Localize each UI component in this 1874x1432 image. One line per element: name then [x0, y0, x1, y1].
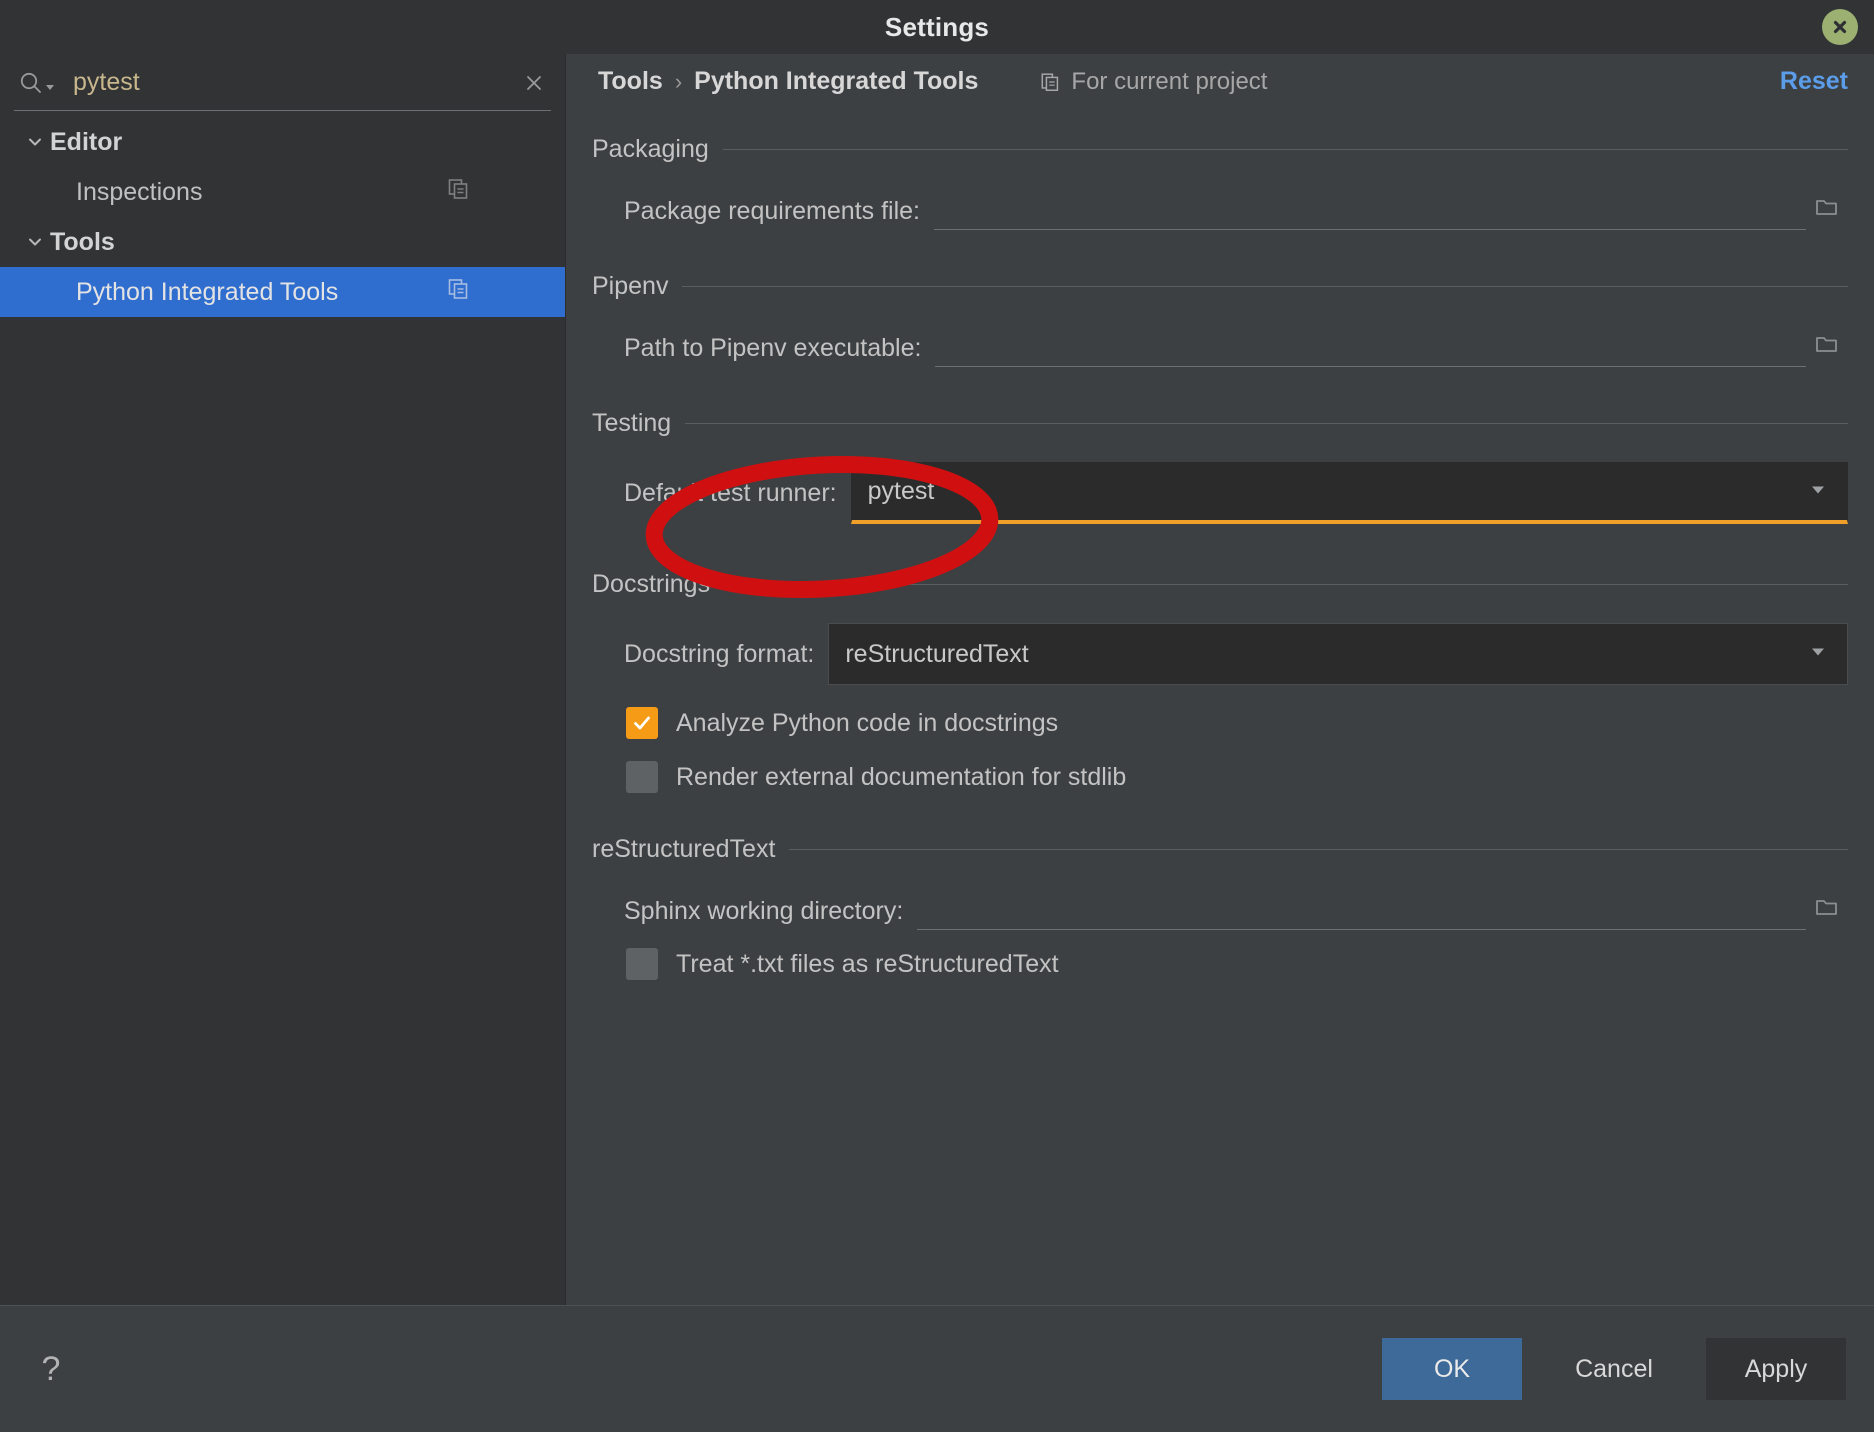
- search-underline: [14, 110, 551, 111]
- apply-button[interactable]: Apply: [1706, 1338, 1846, 1400]
- docstring-format-combo[interactable]: reStructuredText: [828, 623, 1848, 685]
- sidebar-item-editor[interactable]: Editor: [0, 117, 565, 167]
- section-title: reStructuredText: [592, 835, 776, 863]
- help-icon[interactable]: ?: [28, 1346, 74, 1392]
- chevron-down-icon[interactable]: [1807, 641, 1829, 668]
- section-divider: [685, 423, 1848, 424]
- chevron-down-icon[interactable]: [20, 232, 50, 252]
- treat-txt-as-rst-label: Treat *.txt files as reStructuredText: [676, 949, 1059, 978]
- render-external-doc-checkbox[interactable]: [626, 761, 658, 793]
- settings-main-panel: Tools › Python Integrated Tools For curr…: [566, 54, 1874, 1305]
- section-title: Pipenv: [592, 272, 669, 300]
- section-packaging: Packaging: [592, 135, 1848, 164]
- search-row: [0, 54, 565, 111]
- package-requirements-label: Package requirements file:: [624, 197, 920, 225]
- sphinx-directory-label: Sphinx working directory:: [624, 897, 904, 925]
- breadcrumb-item-tools[interactable]: Tools: [598, 67, 663, 96]
- pipenv-executable-input[interactable]: [935, 327, 1806, 367]
- default-test-runner-row: Default test runner: pytest: [592, 462, 1848, 524]
- folder-icon[interactable]: [1806, 894, 1848, 926]
- pipenv-executable-field: [935, 327, 1848, 367]
- analyze-python-code-label: Analyze Python code in docstrings: [676, 708, 1059, 737]
- clear-icon[interactable]: [517, 66, 551, 100]
- treat-txt-as-rst-checkbox[interactable]: [626, 948, 658, 980]
- sphinx-directory-row: Sphinx working directory:: [592, 890, 1848, 930]
- settings-dialog: Settings pytest Editor Inspections Tools…: [0, 0, 1874, 1432]
- settings-sidebar: Editor Inspections Too: [0, 54, 566, 1305]
- section-title: Packaging: [592, 135, 709, 163]
- docstring-format-value: reStructuredText: [845, 639, 1029, 668]
- settings-tree: Editor Inspections Tools Python Integrat…: [0, 111, 565, 317]
- docstring-format-row: Docstring format: reStructuredText: [592, 623, 1848, 685]
- sidebar-item-tools[interactable]: Tools: [0, 217, 565, 267]
- section-divider: [724, 584, 1848, 585]
- sidebar-item-inspections[interactable]: Inspections: [0, 167, 565, 217]
- section-title: Docstrings: [592, 570, 711, 598]
- sidebar-item-label: Inspections: [76, 177, 203, 206]
- title-bar: Settings: [0, 0, 1874, 54]
- window-title: Settings: [884, 11, 990, 42]
- copy-icon[interactable]: [447, 278, 471, 307]
- package-requirements-row: Package requirements file:: [592, 190, 1848, 230]
- sidebar-item-label: Editor: [50, 127, 123, 156]
- render-external-doc-row[interactable]: Render external documentation for stdlib: [592, 761, 1848, 793]
- default-test-runner-label: Default test runner:: [624, 478, 837, 507]
- section-title: Testing: [592, 409, 672, 437]
- cancel-button[interactable]: Cancel: [1544, 1338, 1684, 1400]
- copy-icon[interactable]: [447, 178, 471, 207]
- scope-label: For current project: [1071, 67, 1268, 95]
- close-icon[interactable]: [1822, 9, 1858, 45]
- render-external-doc-label: Render external documentation for stdlib: [676, 762, 1127, 791]
- sidebar-item-label: Python Integrated Tools: [76, 277, 339, 306]
- package-requirements-field: [933, 190, 1848, 230]
- pipenv-executable-row: Path to Pipenv executable:: [592, 327, 1848, 367]
- dialog-footer: ? OK Cancel Apply: [0, 1305, 1874, 1432]
- package-requirements-input[interactable]: [933, 190, 1806, 230]
- docstring-format-label: Docstring format:: [624, 639, 815, 668]
- project-scope-icon: [1040, 71, 1062, 93]
- chevron-down-icon[interactable]: [20, 132, 50, 152]
- folder-icon[interactable]: [1806, 331, 1848, 363]
- reset-link[interactable]: Reset: [1780, 67, 1848, 96]
- section-divider: [789, 849, 1848, 850]
- scope-indicator[interactable]: For current project: [1040, 68, 1267, 96]
- section-pipenv: Pipenv: [592, 272, 1848, 301]
- section-docstrings: Docstrings: [592, 570, 1848, 599]
- settings-content: Packaging Package requirements file: Pip…: [566, 135, 1874, 980]
- breadcrumb-separator: ›: [674, 68, 683, 94]
- default-test-runner-combo[interactable]: pytest: [850, 462, 1848, 524]
- section-restructuredtext: reStructuredText: [592, 835, 1848, 864]
- section-divider: [682, 286, 1848, 287]
- treat-txt-as-rst-row[interactable]: Treat *.txt files as reStructuredText: [592, 948, 1848, 980]
- analyze-python-code-checkbox[interactable]: [626, 707, 658, 739]
- sidebar-item-python-integrated-tools[interactable]: Python Integrated Tools: [0, 267, 565, 317]
- breadcrumb: Tools › Python Integrated Tools For curr…: [566, 54, 1874, 109]
- search-icon[interactable]: [18, 70, 55, 96]
- breadcrumb-item-current: Python Integrated Tools: [694, 67, 979, 95]
- section-divider: [722, 149, 1848, 150]
- sphinx-directory-input[interactable]: [917, 890, 1806, 930]
- sphinx-directory-field: [917, 890, 1848, 930]
- analyze-python-code-row[interactable]: Analyze Python code in docstrings: [592, 707, 1848, 739]
- default-test-runner-value: pytest: [867, 477, 935, 505]
- search-input[interactable]: [73, 68, 517, 97]
- pipenv-executable-label: Path to Pipenv executable:: [624, 334, 922, 362]
- folder-icon[interactable]: [1806, 194, 1848, 226]
- section-testing: Testing: [592, 409, 1848, 438]
- sidebar-item-label: Tools: [50, 227, 115, 256]
- ok-button[interactable]: OK: [1382, 1338, 1522, 1400]
- chevron-down-icon[interactable]: [1807, 478, 1829, 505]
